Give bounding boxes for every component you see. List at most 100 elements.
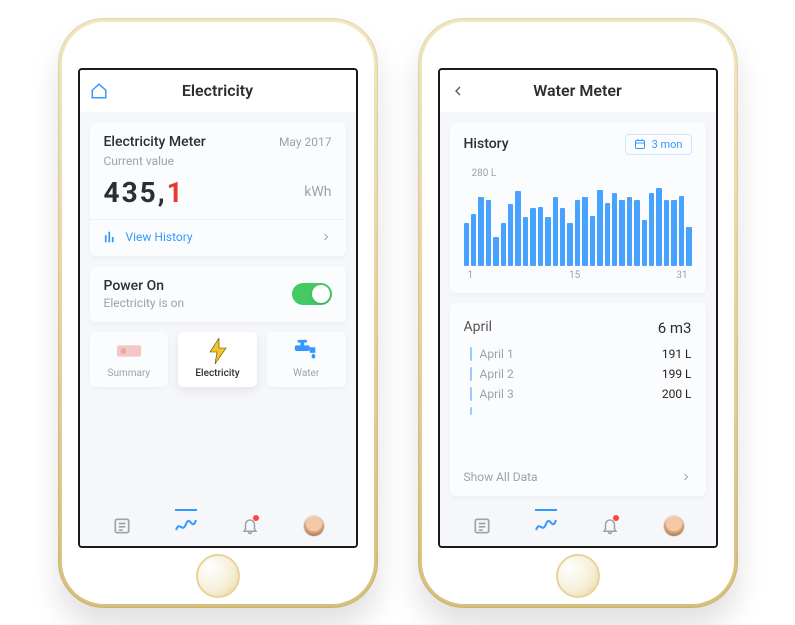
power-title: Power On <box>104 278 185 294</box>
history-bar <box>642 220 647 266</box>
history-bar <box>575 200 580 266</box>
history-bar <box>464 223 469 266</box>
tile-summary[interactable]: Summary <box>90 332 169 387</box>
history-bar <box>515 191 520 265</box>
history-title: History <box>464 136 509 152</box>
tile-electricity[interactable]: Electricity <box>178 332 257 387</box>
view-history-row[interactable]: View History <box>104 230 332 244</box>
history-bar <box>530 208 535 265</box>
history-bar <box>656 188 661 265</box>
tile-water[interactable]: Water <box>267 332 346 387</box>
list-icon <box>472 516 492 536</box>
chart-peak-label: 280 L <box>472 168 497 179</box>
row-marker <box>470 347 472 361</box>
notification-dot <box>253 515 259 521</box>
history-bar <box>634 200 639 266</box>
row-label: April 1 <box>480 347 654 361</box>
calendar-icon <box>634 138 646 150</box>
phone-water: Water Meter History 3 mon 280 L <box>418 18 738 608</box>
nav-notifications[interactable] <box>237 513 263 539</box>
back-button[interactable] <box>450 70 466 112</box>
phone-electricity: Electricity Electricity Meter May 2017 C… <box>58 18 378 608</box>
avatar <box>664 516 684 536</box>
history-bar <box>523 217 528 266</box>
month-total: 6 m3 <box>658 319 692 337</box>
history-bar <box>493 237 498 266</box>
month-card: April 6 m3 April 1 191 L April 2 <box>450 303 706 496</box>
meter-value-main: 435, <box>104 176 167 209</box>
history-bar <box>560 208 565 265</box>
meter-value: 435,1 <box>104 176 185 209</box>
x-axis-mid: 15 <box>569 270 580 281</box>
month-row[interactable]: April 1 191 L <box>464 347 692 361</box>
range-label: 3 mon <box>652 138 683 151</box>
x-axis-min: 1 <box>468 270 474 281</box>
chevron-right-icon <box>680 471 692 483</box>
notification-dot <box>613 515 619 521</box>
row-label: April 3 <box>480 387 654 401</box>
summary-icon <box>116 338 142 364</box>
phone-home-button[interactable] <box>196 554 240 598</box>
meter-date: May 2017 <box>279 135 332 149</box>
chevron-right-icon <box>320 231 332 243</box>
home-icon <box>90 82 108 100</box>
row-value: 200 L <box>662 387 692 401</box>
meter-unit: kWh <box>304 184 331 200</box>
nav-profile[interactable] <box>661 513 687 539</box>
history-bar <box>582 197 587 266</box>
history-bar <box>627 197 632 266</box>
history-bar <box>597 190 602 266</box>
history-bar <box>605 203 610 266</box>
row-label: April 2 <box>480 367 654 381</box>
show-all-row[interactable]: Show All Data <box>464 470 692 484</box>
power-card: Power On Electricity is on <box>90 266 346 322</box>
row-marker <box>470 407 472 415</box>
month-row-ellipsis <box>464 407 692 415</box>
month-row[interactable]: April 3 200 L <box>464 387 692 401</box>
range-chip[interactable]: 3 mon <box>625 134 692 155</box>
month-row[interactable]: April 2 199 L <box>464 367 692 381</box>
divider <box>90 219 346 220</box>
row-value: 199 L <box>662 367 692 381</box>
history-bar <box>471 214 476 265</box>
history-bar <box>619 200 624 266</box>
history-bar <box>501 223 506 266</box>
month-name: April <box>464 319 493 337</box>
analytics-icon <box>534 516 558 536</box>
avatar <box>304 516 324 536</box>
nav-list[interactable] <box>469 513 495 539</box>
history-card: History 3 mon 280 L 1 15 <box>450 122 706 293</box>
history-bar <box>664 200 669 266</box>
history-bar <box>679 196 684 266</box>
history-bar <box>612 193 617 266</box>
home-button-icon[interactable] <box>90 70 108 112</box>
power-toggle[interactable] <box>292 283 332 305</box>
nav-analytics[interactable] <box>173 513 199 539</box>
history-bar <box>538 207 543 266</box>
analytics-icon <box>174 516 198 536</box>
history-bar <box>486 200 491 266</box>
view-history-label: View History <box>126 230 193 244</box>
meter-card: Electricity Meter May 2017 Current value… <box>90 122 346 256</box>
nav-profile[interactable] <box>301 513 327 539</box>
nav-notifications[interactable] <box>597 513 623 539</box>
page-title: Water Meter <box>533 81 621 100</box>
nav-list[interactable] <box>109 513 135 539</box>
history-bar <box>553 197 558 266</box>
bolt-icon <box>205 338 231 364</box>
nav-analytics[interactable] <box>533 513 559 539</box>
history-bar <box>649 193 654 266</box>
row-marker <box>470 387 472 401</box>
row-marker <box>470 367 472 381</box>
phone-home-button[interactable] <box>556 554 600 598</box>
tile-summary-label: Summary <box>108 368 151 379</box>
chevron-left-icon <box>450 83 466 99</box>
history-bar <box>478 197 483 266</box>
meter-value-frac: 1 <box>167 176 185 209</box>
bars-icon <box>104 230 118 244</box>
tile-water-label: Water <box>293 368 319 379</box>
faucet-icon <box>293 338 319 364</box>
page-title: Electricity <box>182 81 253 100</box>
row-value: 191 L <box>662 347 692 361</box>
meter-subtitle: Current value <box>104 154 332 168</box>
